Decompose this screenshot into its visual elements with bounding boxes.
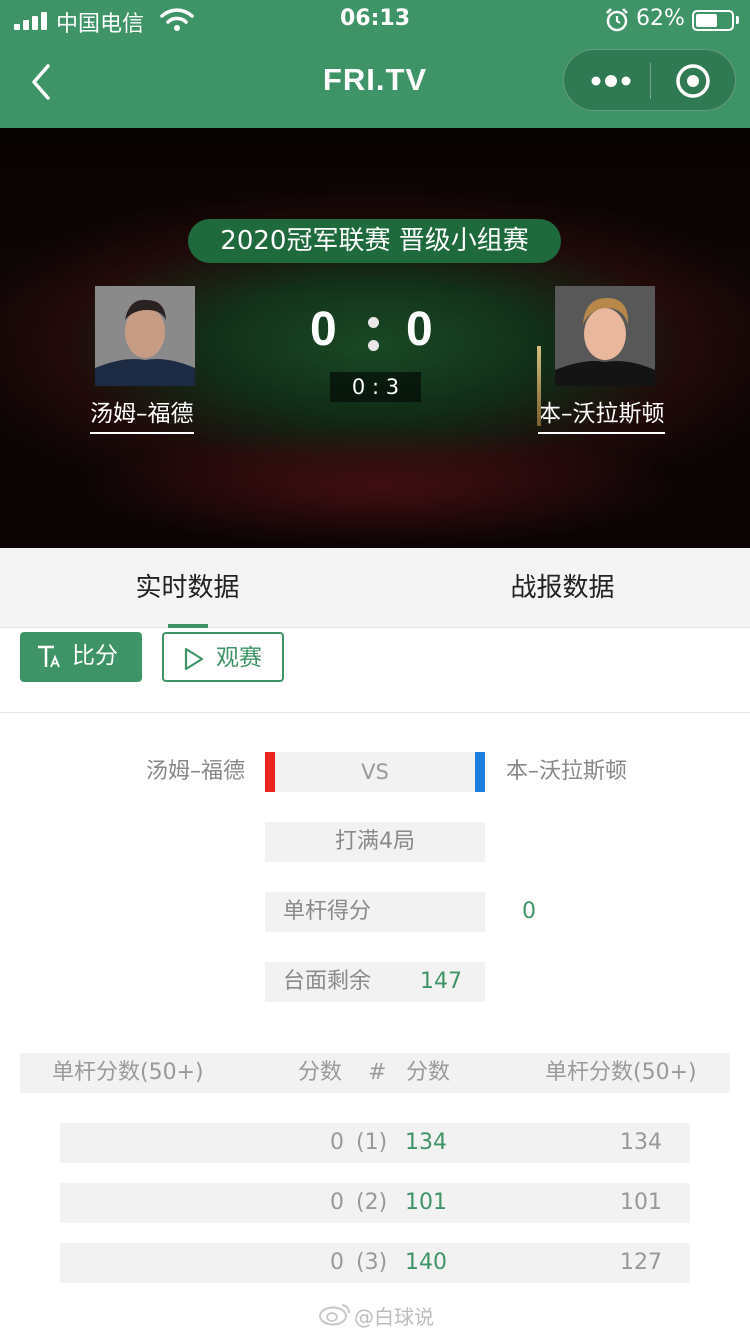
header-right-breaks: 单杆分数(50+) bbox=[545, 1060, 697, 1085]
row-frame-no: (2) bbox=[356, 1190, 388, 1215]
header-left-score: 分数 bbox=[298, 1060, 343, 1085]
section-divider bbox=[0, 712, 750, 713]
capsule-divider bbox=[650, 63, 651, 99]
more-dots-icon[interactable] bbox=[586, 62, 636, 100]
table-row: 0 (3) 140 127 bbox=[60, 1243, 690, 1283]
right-player-color-bar bbox=[475, 752, 485, 792]
player-left-name[interactable]: 汤姆–福德 bbox=[90, 398, 194, 434]
break-table-header: 单杆分数(50+) 分数 # 分数 单杆分数(50+) bbox=[20, 1053, 730, 1093]
vs-label: VS bbox=[361, 760, 389, 784]
match-hero: 2020冠军联赛 晋级小组赛 汤姆–福德 本–沃拉斯顿 0 0 0 : 3 bbox=[0, 128, 750, 548]
text-size-icon bbox=[38, 645, 60, 668]
tab-report-data[interactable]: 战报数据 bbox=[375, 548, 750, 628]
info-player-right: 本–沃拉斯顿 bbox=[506, 759, 628, 784]
points-remaining-box: 台面剩余 147 bbox=[265, 962, 485, 1002]
battery-tip bbox=[736, 16, 739, 24]
row-right-score: 134 bbox=[405, 1130, 447, 1155]
vs-box: VS bbox=[265, 752, 485, 792]
event-title: 2020冠军联赛 晋级小组赛 bbox=[188, 219, 561, 263]
cue-stick bbox=[537, 346, 541, 426]
score-right: 0 bbox=[406, 303, 433, 356]
mini-program-capsule bbox=[563, 49, 736, 111]
current-break-label: 单杆得分 bbox=[283, 899, 372, 924]
score-button[interactable]: 比分 bbox=[20, 632, 142, 682]
current-break-box: 单杆得分 bbox=[265, 892, 485, 932]
score-left: 0 bbox=[310, 303, 337, 356]
tab-live-data[interactable]: 实时数据 bbox=[0, 548, 375, 628]
row-frame-no: (3) bbox=[356, 1250, 388, 1275]
row-left-score: 0 bbox=[330, 1190, 344, 1215]
row-right-breaks: 101 bbox=[620, 1190, 662, 1215]
alarm-icon bbox=[606, 8, 628, 32]
row-left-score: 0 bbox=[330, 1130, 344, 1155]
row-left-score: 0 bbox=[330, 1250, 344, 1275]
tab-active-indicator bbox=[168, 624, 208, 628]
player-left-avatar bbox=[95, 286, 195, 386]
match-format: 打满4局 bbox=[265, 822, 485, 862]
row-right-score: 101 bbox=[405, 1190, 447, 1215]
frame-score: 0 : 3 bbox=[330, 372, 421, 402]
status-bar: 中国电信 06:13 62% bbox=[0, 0, 750, 40]
score-button-label: 比分 bbox=[72, 643, 118, 669]
score-colon bbox=[363, 315, 385, 355]
info-player-left: 汤姆–福德 bbox=[145, 759, 245, 784]
row-right-score: 140 bbox=[405, 1250, 447, 1275]
target-circle-icon[interactable] bbox=[674, 62, 712, 100]
battery-icon bbox=[692, 10, 734, 31]
app-header: 中国电信 06:13 62% FRI.TV bbox=[0, 0, 750, 128]
header-left-breaks: 单杆分数(50+) bbox=[52, 1060, 204, 1085]
row-frame-no: (1) bbox=[356, 1130, 388, 1155]
row-right-breaks: 127 bbox=[620, 1250, 662, 1275]
watch-button-label: 观赛 bbox=[216, 645, 262, 671]
header-frame-no: # bbox=[368, 1060, 387, 1085]
watch-button[interactable]: 观赛 bbox=[162, 632, 284, 682]
table-row: 0 (1) 134 134 bbox=[60, 1123, 690, 1163]
points-remaining-label: 台面剩余 bbox=[283, 969, 372, 994]
player-right-name[interactable]: 本–沃拉斯顿 bbox=[538, 398, 665, 434]
battery-percent: 62% bbox=[636, 6, 685, 31]
watermark-text: @白球说 bbox=[354, 1305, 434, 1329]
current-break-value: 0 bbox=[522, 899, 536, 924]
play-outline-icon bbox=[184, 647, 204, 671]
points-remaining-value: 147 bbox=[420, 969, 462, 994]
left-player-color-bar bbox=[265, 752, 275, 792]
player-right-avatar bbox=[555, 286, 655, 386]
header-right-score: 分数 bbox=[406, 1060, 451, 1085]
table-row: 0 (2) 101 101 bbox=[60, 1183, 690, 1223]
tab-bar: 实时数据 战报数据 bbox=[0, 548, 750, 628]
row-right-breaks: 134 bbox=[620, 1130, 662, 1155]
weibo-icon bbox=[319, 1304, 350, 1326]
